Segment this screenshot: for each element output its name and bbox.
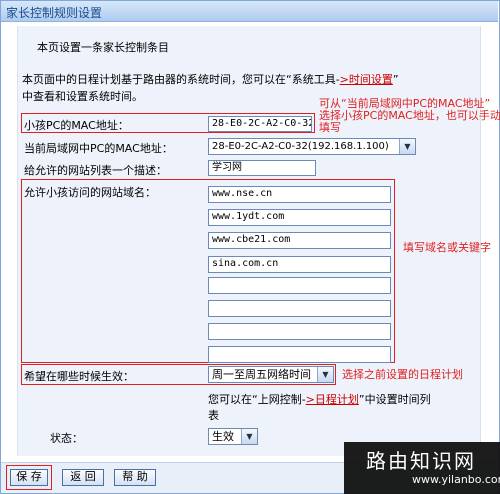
lan-mac-value: 28-E0-2C-A2-C0-32(192.168.1.100) [212,141,389,152]
schedule-plan-link[interactable]: >日程计划 [306,393,359,406]
schedule-label: 希望在哪些时候生效： [24,370,134,383]
schedule-hint-part: 您可以在“上网控制- [208,393,306,406]
site-input[interactable]: www.1ydt.com [208,209,391,226]
title-bar: 家长控制规则设置 [1,1,498,22]
child-mac-input[interactable]: 28-E0-2C-A2-C0-32 [208,116,312,132]
watermark-title: 路由知识网 [366,449,476,473]
site-input[interactable]: www.nse.cn [208,186,391,203]
watermark: 路由知识网 www.yilanbo.com [344,442,500,494]
mac-note-3: 填写 [319,121,341,134]
status-label: 状态： [50,432,83,445]
desc-input[interactable]: 学习网 [208,160,316,176]
schedule-select[interactable]: 周一至周五网络时间 ▼ [208,366,334,383]
site-input[interactable]: sina.com.cn [208,256,391,273]
intro-text-part: 本页面中的日程计划基于路由器的系统时间，您可以在“系统工具- [22,73,340,86]
chevron-down-icon[interactable]: ▼ [241,429,257,444]
back-button[interactable]: 返 回 [62,469,104,486]
help-button[interactable]: 帮 助 [114,469,156,486]
schedule-hint-2: 表 [208,409,219,422]
sites-label: 允许小孩访问的网站域名： [24,186,156,199]
schedule-hint-end: ”中设置时间列 [358,393,431,406]
intro-heading: 本页设置一条家长控制条目 [37,41,169,54]
schedule-hint: 您可以在“上网控制->日程计划”中设置时间列 [208,391,431,407]
intro-text: 本页面中的日程计划基于路由器的系统时间，您可以在“系统工具->时间设置” [22,71,399,87]
site-input[interactable] [208,277,391,294]
chevron-down-icon[interactable]: ▼ [399,139,415,154]
desc-label: 给允许的网站列表一个描述： [24,164,167,177]
child-mac-label: 小孩PC的MAC地址： [24,119,129,132]
status-select[interactable]: 生效 ▼ [208,428,258,445]
status-value: 生效 [212,430,234,443]
schedule-note: 选择之前设置的日程计划 [342,368,463,381]
lan-mac-select[interactable]: 28-E0-2C-A2-C0-32(192.168.1.100) ▼ [208,138,416,155]
site-input[interactable] [208,323,391,340]
site-input[interactable] [208,300,391,317]
intro-text-2: 中查看和设置系统时间。 [22,90,143,103]
save-button[interactable]: 保 存 [10,469,48,486]
watermark-url: www.yilanbo.com [412,473,500,486]
chevron-down-icon[interactable]: ▼ [317,367,333,382]
mac-note-2: 选择小孩PC的MAC地址，也可以手动 [319,109,500,122]
lan-mac-label: 当前局域网中PC的MAC地址： [24,142,173,155]
time-settings-link[interactable]: >时间设置 [340,73,393,86]
site-input[interactable]: www.cbe21.com [208,232,391,249]
intro-text-end: ” [392,73,399,86]
site-input[interactable] [208,346,391,363]
schedule-value: 周一至周五网络时间 [212,368,311,381]
window-title: 家长控制规则设置 [6,6,103,20]
sites-note: 填写域名或关键字 [403,241,491,254]
